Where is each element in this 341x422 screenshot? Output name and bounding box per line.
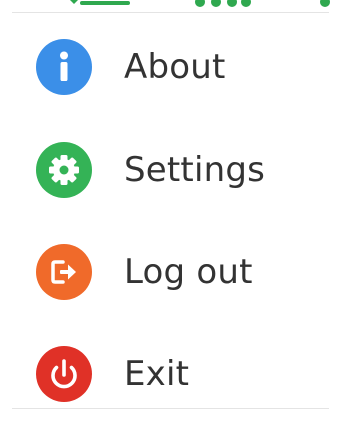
gear-icon — [36, 142, 92, 198]
menu-item-label: About — [124, 46, 226, 87]
menu-screen: About Settings Log out Exit — [0, 0, 341, 422]
logout-icon — [36, 244, 92, 300]
menu-item-about[interactable]: About — [0, 14, 341, 119]
menu-item-label: Exit — [124, 354, 190, 394]
more-dots-icon — [195, 0, 251, 7]
info-icon — [36, 38, 92, 95]
power-icon — [36, 346, 92, 402]
dot-icon — [320, 0, 330, 7]
menu-item-logout[interactable]: Log out — [0, 221, 341, 323]
options-menu: About Settings Log out Exit — [0, 14, 341, 422]
toolbar-icon-fragment — [70, 0, 130, 5]
toolbar-fragment — [0, 0, 341, 12]
bottom-divider — [12, 408, 329, 409]
menu-item-label: Settings — [124, 150, 266, 190]
menu-item-label: Log out — [124, 252, 253, 292]
top-divider — [12, 12, 329, 13]
menu-item-settings[interactable]: Settings — [0, 119, 341, 221]
